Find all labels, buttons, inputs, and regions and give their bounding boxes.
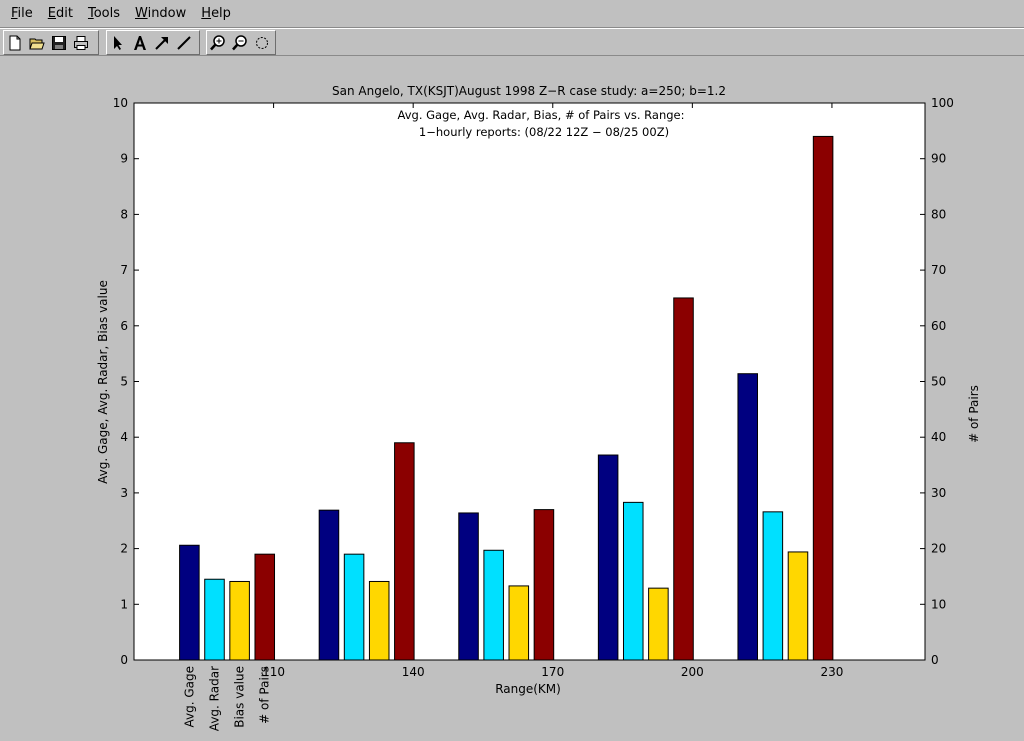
y-tick-label-left: 10 <box>113 96 128 110</box>
chart-subtitle-line-1: Avg. Gage, Avg. Radar, Bias, # of Pairs … <box>398 108 685 122</box>
y-tick-label-left: 0 <box>120 653 128 667</box>
toolbar-edit-group <box>106 30 200 55</box>
legend-label: Bias value <box>233 666 247 728</box>
bar-chart: San Angelo, TX(KSJT)August 1998 Z−R case… <box>96 84 981 731</box>
y-tick-label-left: 2 <box>120 542 128 556</box>
figure-canvas: San Angelo, TX(KSJT)August 1998 Z−R case… <box>0 56 1024 737</box>
legend-label: # of Pairs <box>258 666 272 724</box>
bar <box>368 580 390 661</box>
legend: Avg. Gage Avg. Radar Bias value # of Pairs <box>182 666 271 731</box>
rotate-icon[interactable] <box>251 32 273 54</box>
y-axis-label-left: Avg. Gage, Avg. Radar, Bias value <box>96 280 110 484</box>
y-tick-label-left: 7 <box>120 263 128 277</box>
y-tick-label-right: 90 <box>931 152 946 166</box>
bar <box>318 509 340 661</box>
bar <box>394 442 415 661</box>
arrow-tool-icon[interactable] <box>151 32 173 54</box>
y-tick-label-right: 80 <box>931 207 946 221</box>
bar <box>762 511 784 661</box>
new-file-icon[interactable] <box>4 32 26 54</box>
zoom-out-icon[interactable] <box>229 32 251 54</box>
open-folder-icon[interactable] <box>26 32 48 54</box>
y-tick-label-left: 5 <box>120 375 128 389</box>
bar <box>597 454 619 661</box>
toolbar-zoom-group <box>206 30 276 55</box>
bar <box>673 297 694 661</box>
menu-help[interactable]: Help <box>200 5 232 22</box>
bar <box>254 553 276 661</box>
bar <box>179 544 200 661</box>
legend-label: Avg. Radar <box>207 666 221 731</box>
y-tick-label-right: 10 <box>931 597 946 611</box>
x-tick-label: 200 <box>681 665 704 679</box>
print-icon[interactable] <box>70 32 92 54</box>
y-tick-label-right: 40 <box>931 430 946 444</box>
y-tick-label-left: 9 <box>120 152 128 166</box>
bar <box>343 553 365 661</box>
bar <box>508 585 530 661</box>
bar <box>204 578 225 661</box>
x-axis-label: Range(KM) <box>495 682 561 696</box>
y-tick-label-right: 70 <box>931 263 946 277</box>
toolbar-file-group <box>3 30 99 55</box>
figure-toolbar <box>0 28 1024 56</box>
y-tick-label-left: 4 <box>120 430 128 444</box>
bar <box>622 501 644 661</box>
bar <box>483 549 504 661</box>
y-axis-label-right: # of Pairs <box>967 385 981 443</box>
zoom-in-icon[interactable] <box>207 32 229 54</box>
bar <box>229 580 250 661</box>
bar <box>648 587 669 661</box>
bar <box>458 512 479 661</box>
menu-bar: File Edit Tools Window Help <box>0 0 1024 28</box>
x-tick-label: 140 <box>402 665 425 679</box>
bar <box>737 373 758 661</box>
y-tick-label-left: 1 <box>120 597 128 611</box>
bar <box>787 551 809 661</box>
y-tick-label-left: 3 <box>120 486 128 500</box>
y-tick-label-left: 8 <box>120 207 128 221</box>
menu-file[interactable]: File <box>10 5 34 22</box>
y-tick-label-right: 20 <box>931 542 946 556</box>
text-tool-icon[interactable] <box>129 32 151 54</box>
menu-window[interactable]: Window <box>134 5 187 22</box>
save-icon[interactable] <box>48 32 70 54</box>
y-tick-label-left: 6 <box>120 319 128 333</box>
y-tick-label-right: 100 <box>931 96 954 110</box>
bar <box>812 135 834 661</box>
chart-title: San Angelo, TX(KSJT)August 1998 Z−R case… <box>332 84 726 98</box>
bar <box>533 509 555 661</box>
chart-subtitle-line-2: 1−hourly reports: (08/22 12Z − 08/25 00Z… <box>419 125 669 139</box>
pointer-arrow-icon[interactable] <box>107 32 129 54</box>
legend-label: Avg. Gage <box>182 666 196 728</box>
y-tick-label-right: 50 <box>931 375 946 389</box>
menu-tools[interactable]: Tools <box>87 5 121 22</box>
menu-edit[interactable]: Edit <box>47 5 74 22</box>
x-tick-label: 170 <box>541 665 564 679</box>
y-tick-label-right: 60 <box>931 319 946 333</box>
x-tick-label: 230 <box>820 665 843 679</box>
y-tick-label-right: 0 <box>931 653 939 667</box>
y-tick-label-right: 30 <box>931 486 946 500</box>
line-tool-icon[interactable] <box>173 32 195 54</box>
